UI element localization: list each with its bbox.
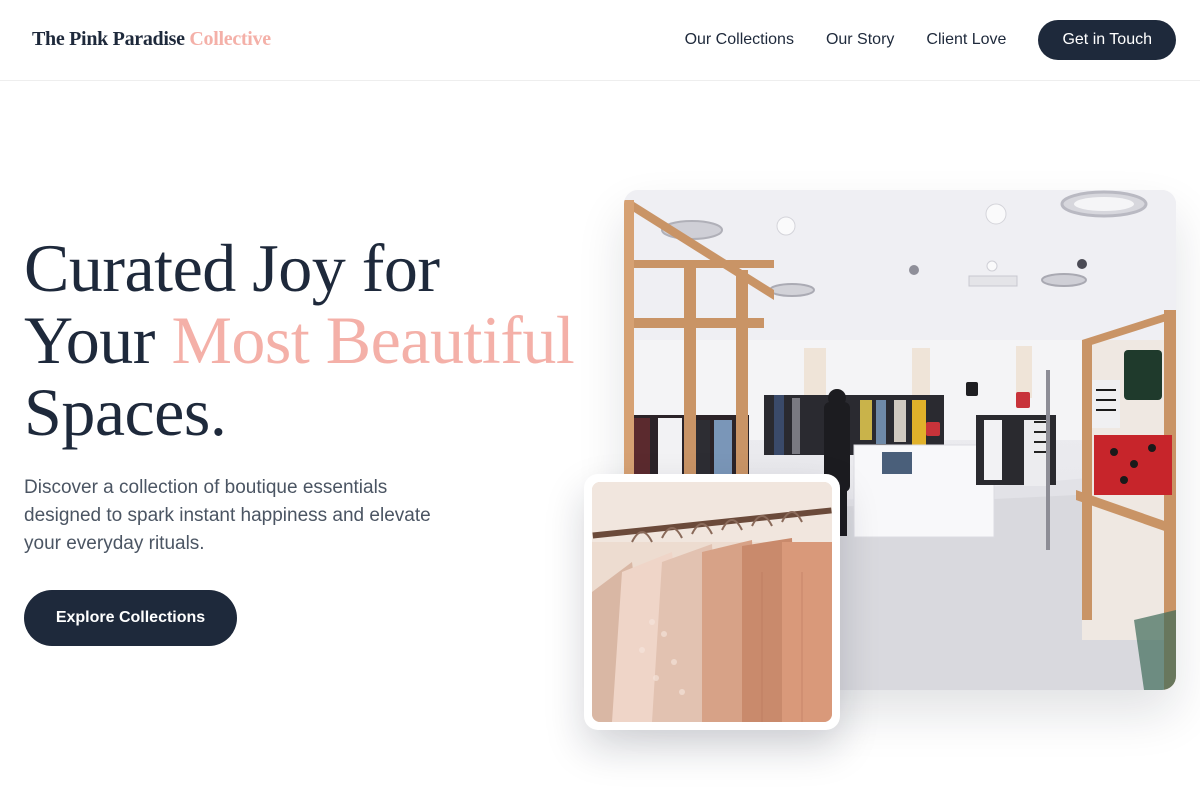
explore-collections-button[interactable]: Explore Collections <box>24 590 237 646</box>
brand-name: The Pink Paradise <box>32 28 185 50</box>
site-header: The Pink Paradise Collective Our Collect… <box>0 0 1200 81</box>
nav-link-our-collections[interactable]: Our Collections <box>685 31 794 49</box>
hero-subtitle: Discover a collection of boutique essent… <box>24 477 431 554</box>
nav-link-client-love[interactable]: Client Love <box>926 31 1006 49</box>
hero-title-part2: Spaces. <box>24 374 227 450</box>
main-nav: Our Collections Our Story Client Love Ge… <box>685 20 1176 60</box>
get-in-touch-button[interactable]: Get in Touch <box>1038 20 1176 60</box>
clothing-rack-illustration <box>592 482 832 722</box>
hero-title-highlight: Most Beautiful <box>171 302 575 378</box>
nav-link-our-story[interactable]: Our Story <box>826 31 894 49</box>
hero-title: Curated Joy for Your Most Beautiful Spac… <box>24 232 584 448</box>
brand-logo[interactable]: The Pink Paradise Collective <box>32 28 271 51</box>
brand-name-accent: Collective <box>189 28 271 50</box>
clothing-rack-image-card <box>584 474 840 730</box>
clothing-rack-image <box>592 482 832 722</box>
